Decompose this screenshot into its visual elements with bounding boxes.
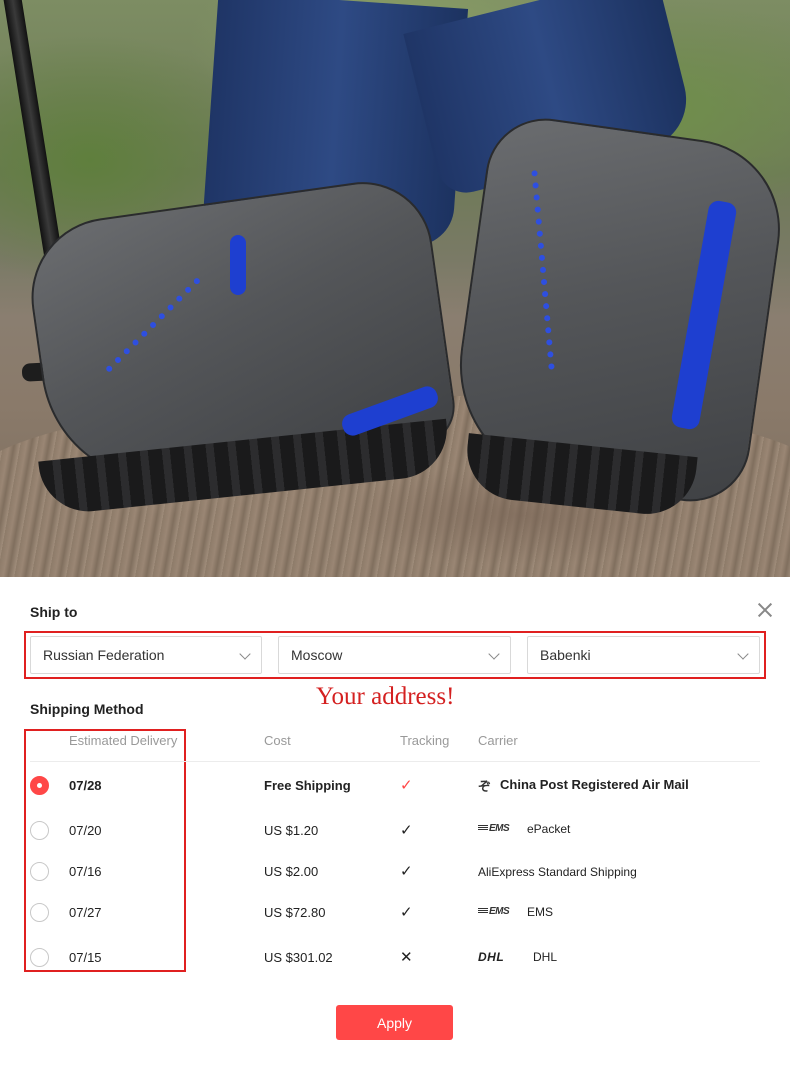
delivery-highlight-box [24,729,186,972]
carrier-name: AliExpress Standard Shipping [478,865,637,879]
col-cost: Cost [264,733,291,748]
carrier-name: ePacket [527,822,571,836]
delivery-date: 07/16 [69,864,102,879]
district-value: Babenki [540,647,591,663]
shipping-cost: US $301.02 [264,950,333,965]
check-icon: ✓ [400,863,413,880]
shipping-option-radio[interactable] [30,821,49,840]
shipping-option-radio[interactable] [30,948,49,967]
ems-logo: EMS [478,823,510,834]
check-icon: ✓ [400,777,413,794]
apply-button[interactable]: Apply [336,1005,453,1040]
shipping-cost: US $2.00 [264,864,319,879]
ems-logo: EMS [478,906,510,917]
check-icon: ✓ [400,822,413,839]
chevron-down-icon [488,648,500,660]
shipping-method-title: Shipping Method [30,701,144,717]
delivery-date: 07/27 [69,905,102,920]
country-select[interactable]: Russian Federation [30,636,262,674]
shipping-option-radio[interactable] [30,776,49,795]
table-divider [30,761,760,762]
city-value: Moscow [291,647,343,663]
district-select[interactable]: Babenki [527,636,760,674]
carrier-name: EMS [527,905,554,919]
col-tracking: Tracking [400,733,450,748]
cross-icon: ✕ [400,949,413,966]
dhl-logo: DHL [478,950,505,964]
delivery-date: 07/28 [69,778,102,793]
shipping-cost: US $72.80 [264,905,326,920]
col-carrier: Carrier [478,733,518,748]
ship-to-title: Ship to [30,604,78,620]
shipping-option-radio[interactable] [30,862,49,881]
boot-blue-accent [230,235,246,295]
address-annotation: Your address! [316,683,455,710]
china-post-logo: ぞ [478,779,492,794]
product-photo [0,0,790,577]
shipping-cost: Free Shipping [264,778,351,793]
chevron-down-icon [239,648,251,660]
chevron-down-icon [737,648,749,660]
shipping-cost: US $1.20 [264,823,319,838]
shipping-option-radio[interactable] [30,903,49,922]
check-icon: ✓ [400,904,413,921]
col-estimated-delivery: Estimated Delivery [69,733,178,748]
country-value: Russian Federation [43,647,165,663]
carrier-name: DHL [533,950,558,964]
close-icon[interactable] [756,601,774,619]
city-select[interactable]: Moscow [278,636,511,674]
carrier-name: China Post Registered Air Mail [500,777,689,792]
delivery-date: 07/20 [69,823,102,838]
delivery-date: 07/15 [69,950,102,965]
